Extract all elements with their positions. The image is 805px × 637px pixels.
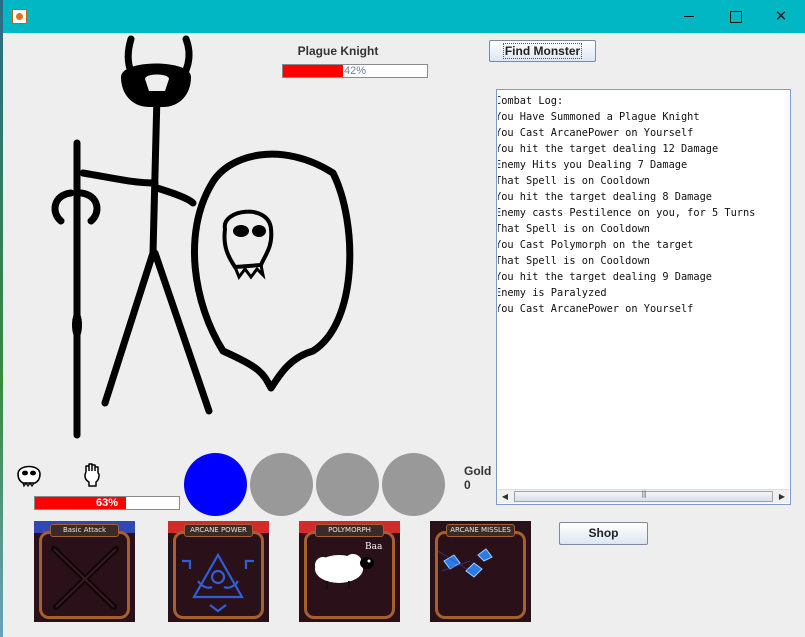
combat-log-line: You Cast ArcanePower on Yourself	[498, 303, 694, 315]
spell-label: Basic Attack	[50, 524, 119, 537]
combat-log-line: That Spell is on Cooldown	[498, 223, 650, 235]
mana-orb-4	[382, 453, 445, 516]
combat-log-line: That Spell is on Cooldown	[498, 175, 650, 187]
combat-log-line: Enemy is Paralyzed	[498, 287, 607, 299]
find-monster-label: Find Monster	[502, 43, 583, 59]
find-monster-button[interactable]: Find Monster	[489, 40, 596, 62]
enemy-name: Plague Knight	[297, 44, 379, 58]
spell-label: ARCANE MISSLES	[446, 524, 515, 537]
combat-log-line: You Have Summoned a Plague Knight	[498, 111, 700, 123]
combat-log-line: You hit the target dealing 9 Damage	[498, 271, 712, 283]
spell-basic-attack-button[interactable]: Basic Attack	[34, 521, 135, 622]
plague-knight-sprite	[51, 35, 354, 439]
title-bar[interactable]: ✕	[3, 0, 805, 33]
sheep-caption: Baa	[365, 542, 383, 552]
spell-arcane-power-button[interactable]: ARCANE POWER	[168, 521, 269, 622]
combat-log-line: You hit the target dealing 8 Damage	[498, 191, 712, 203]
fist-status-icon	[84, 463, 100, 487]
spell-polymorph-button[interactable]: Baa POLYMORPH	[299, 521, 400, 622]
combat-log-line: Combat Log:	[498, 95, 564, 107]
java-app-icon[interactable]	[12, 9, 27, 24]
enemy-health-bar: 42%	[282, 64, 428, 78]
close-button[interactable]: ✕	[758, 0, 804, 33]
combat-log-line: Enemy Hits you Dealing 7 Damage	[498, 159, 688, 171]
scrollbar-thumb[interactable]	[514, 491, 773, 502]
combat-log-line: You Cast Polymorph on the target	[498, 239, 694, 251]
scroll-left-arrow-icon[interactable]: ◀	[498, 490, 512, 504]
maximize-button[interactable]	[712, 0, 758, 33]
mana-orb-2	[250, 453, 313, 516]
minimize-button[interactable]	[666, 0, 712, 33]
combat-log-line: Enemy casts Pestilence on you, for 5 Tur…	[498, 207, 756, 219]
combat-log-textarea[interactable]: Combat Log: You Have Summoned a Plague Kn…	[496, 89, 791, 505]
player-health-percent: 63%	[95, 497, 119, 509]
skull-status-icon	[17, 465, 41, 488]
spell-label: ARCANE POWER	[184, 524, 253, 537]
combat-log-lines: Combat Log: You Have Summoned a Plague Kn…	[498, 91, 789, 488]
mana-orb-3	[316, 453, 379, 516]
scroll-right-arrow-icon[interactable]: ▶	[775, 490, 789, 504]
spell-label: POLYMORPH	[315, 524, 384, 537]
combat-log-horizontal-scrollbar[interactable]: ◀ ▶	[498, 489, 789, 503]
combat-log-line: You hit the target dealing 12 Damage	[498, 143, 719, 155]
player-health-bar: 63%	[34, 496, 180, 510]
combat-log-line: You Cast ArcanePower on Yourself	[498, 127, 694, 139]
game-panel: Plague Knight 42% Find Monster Combat Lo…	[3, 33, 805, 637]
mana-orb-1	[184, 453, 247, 516]
shop-button[interactable]: Shop	[559, 522, 648, 545]
combat-log-line: That Spell is on Cooldown	[498, 255, 650, 267]
gold-value: 0	[464, 478, 471, 492]
gold-label: Gold	[464, 464, 492, 478]
spell-arcane-missiles-button[interactable]: ARCANE MISSLES	[430, 521, 531, 622]
enemy-health-percent: 42%	[343, 65, 367, 77]
